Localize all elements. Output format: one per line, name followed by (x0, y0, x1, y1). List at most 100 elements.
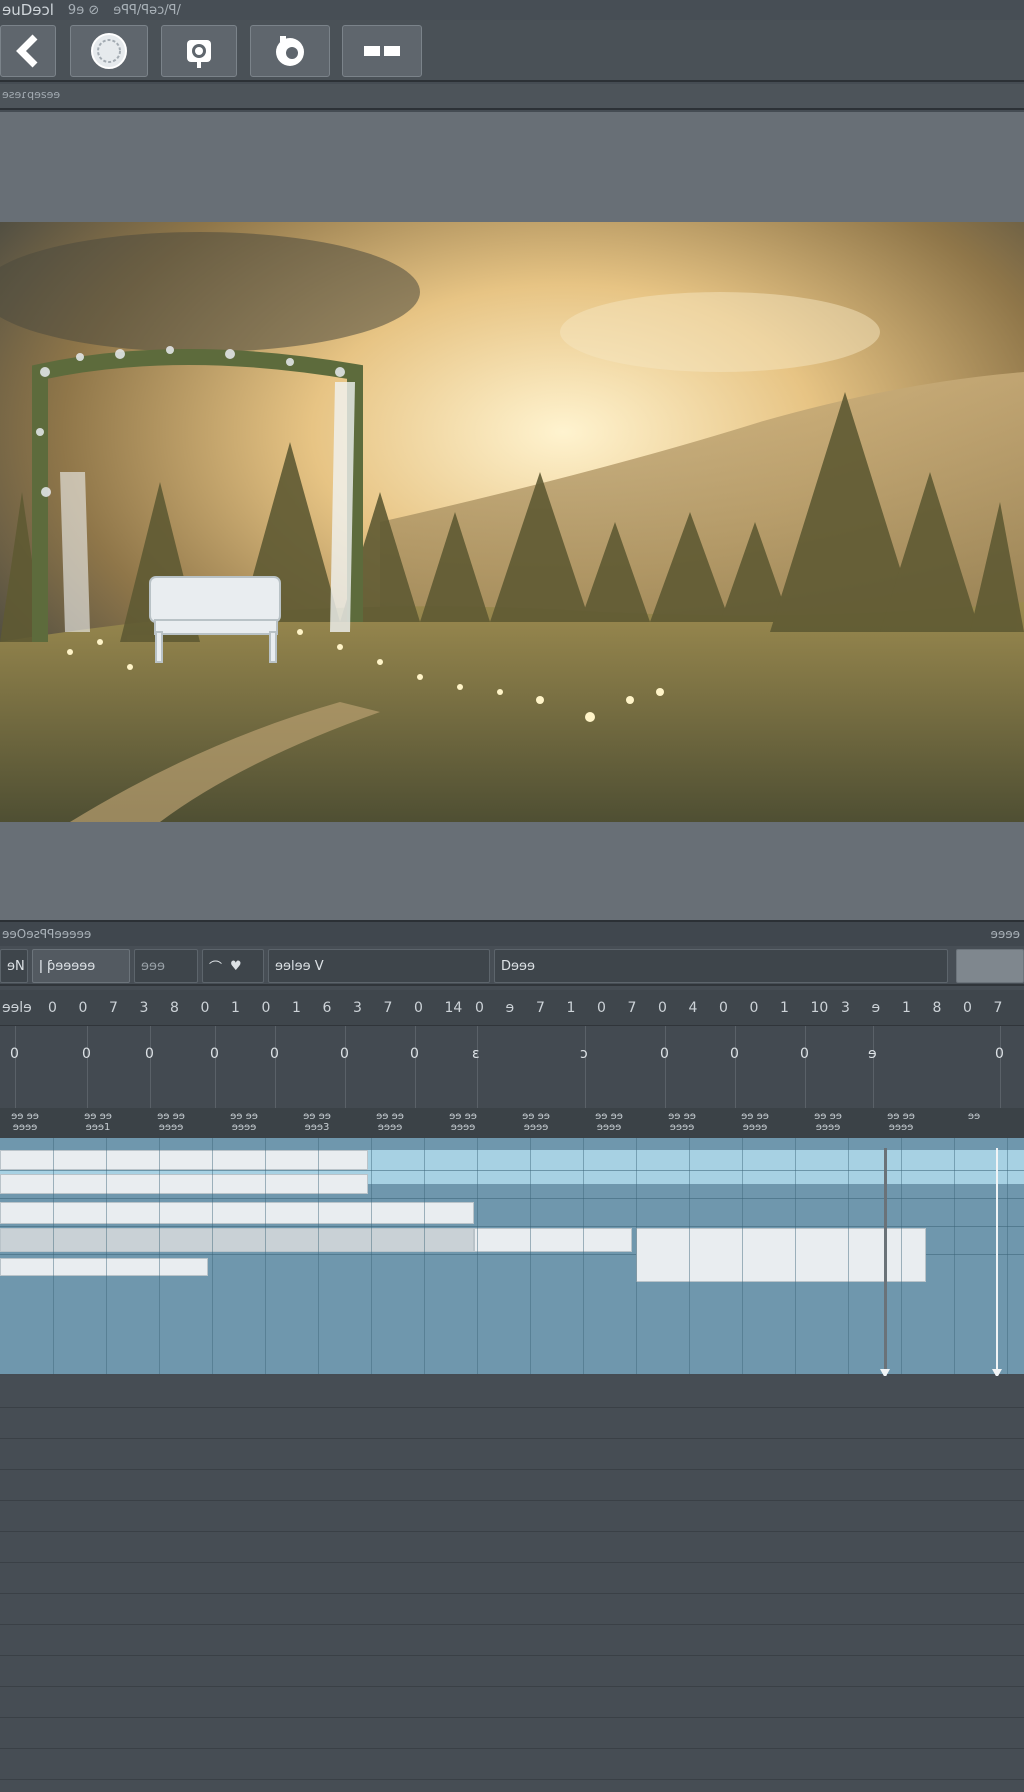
empty-track-area[interactable] (0, 1376, 1024, 1792)
ruler-label: 3 (139, 1000, 149, 1016)
ruler-label: ɘ (871, 1000, 881, 1016)
ruler-label: 0 (475, 1000, 484, 1016)
sub-bar-text: ɘƨɘɾqɘsɘɘ (2, 88, 61, 101)
clip-label: ɘɘ ɘɘ ɘɘɘɘ (887, 1111, 915, 1133)
track-grid-line (1007, 1138, 1008, 1374)
timeline-tick (585, 1026, 586, 1108)
preset-button[interactable]: ǀ ƥɘɘɘɘɘ (32, 949, 130, 983)
clip-label: ɘɘ ɘɘ ɘɘɘɘ (595, 1111, 623, 1133)
preset-button-label: ǀ ƥɘɘɘɘɘ (39, 958, 96, 974)
timeline-mark-label: 0 (210, 1046, 219, 1062)
empty-track-divider (0, 1717, 1024, 1718)
toolbar (0, 20, 1024, 82)
timeline-tick (873, 1026, 874, 1108)
track-area[interactable] (0, 1138, 1024, 1374)
track-grid-line (636, 1138, 637, 1374)
clip[interactable] (0, 1258, 208, 1276)
marker-group: ⌒ ♥ (202, 949, 264, 983)
track-grid-line (795, 1138, 796, 1374)
ruler-label: 7 (383, 1000, 393, 1016)
ruler-label: 1 (231, 1000, 240, 1016)
layout-button[interactable] (342, 25, 422, 77)
ruler-label: 1 (780, 1000, 789, 1016)
aperture-icon (276, 36, 304, 66)
track-grid-line (742, 1138, 743, 1374)
clip-label: ɘɘ ɘɘ ɘɘɘɘ (230, 1111, 258, 1133)
timeline-mark-label: 0 (660, 1046, 669, 1062)
ruler-label: 6 (322, 1000, 332, 1016)
ruler-label: 7 (109, 1000, 118, 1016)
ruler-label: 0 (963, 1000, 972, 1016)
timeline-mark-label: 0 (270, 1046, 279, 1062)
timeline-tick (345, 1026, 346, 1108)
timeline-title: ɘɘOɘƨꟼꟼɘɘɘɘɘ (2, 927, 92, 941)
out-marker[interactable] (996, 1148, 998, 1378)
ruler-label: 0 (414, 1000, 423, 1016)
clip-label: ɘɘ ɘɘ ɘɘɘɘ (522, 1111, 550, 1133)
name-field[interactable]: Dɘɘɘ (494, 949, 948, 983)
name-field-value: Dɘɘɘ (501, 958, 536, 974)
camera-icon (187, 40, 211, 68)
ruler-label: 14 (444, 1000, 463, 1016)
timeline-controls: ɘN ǀ ƥɘɘɘɘɘ ɘɘɘ ⌒ ♥ ɘɘlɘɘ V Dɘɘɘ (0, 946, 1024, 986)
ruler-label: 3 (353, 1000, 362, 1016)
empty-track-divider (0, 1748, 1024, 1749)
timeline-mark-label: ɔ (580, 1046, 588, 1062)
ruler-label: 10 (810, 1000, 829, 1016)
timeline-ruler: ɘɘlɘ 0 0 7 3 8 0 1 0 1 6 3 7 0 14 0 ɘ 7 1 0 7 0 4 0 0 1 10 3 ɘ 1 8 0 7 (0, 990, 1024, 1026)
clip[interactable] (474, 1228, 632, 1252)
timeline-tick (150, 1026, 151, 1108)
empty-track-divider (0, 1655, 1024, 1656)
track-toggle[interactable]: ɘN (0, 949, 28, 983)
timeline-tick (415, 1026, 416, 1108)
preview-image[interactable] (0, 222, 1024, 822)
ruler-label: 1 (902, 1000, 911, 1016)
track-grid-line (371, 1138, 372, 1374)
clip[interactable] (0, 1150, 368, 1170)
timeline-mark-label: 0 (800, 1046, 809, 1062)
ruler-label: 0 (261, 1000, 271, 1016)
camera-button[interactable] (161, 25, 237, 77)
empty-track-divider (0, 1779, 1024, 1780)
timeline-tick (87, 1026, 88, 1108)
empty-track-divider (0, 1686, 1024, 1687)
ruler-label: 8 (170, 1000, 179, 1016)
back-button[interactable] (0, 25, 56, 77)
aperture-button[interactable] (250, 25, 330, 77)
style-dropdown[interactable]: ɘɘlɘɘ V (268, 949, 490, 983)
heart-icon[interactable]: ♥ (230, 959, 242, 974)
timeline-mark-label: 0 (340, 1046, 349, 1062)
track-grid-line (954, 1138, 955, 1374)
track-grid-line (848, 1138, 849, 1374)
clip-label: ɘɘ ɘɘ ɘɘɘɘ (11, 1111, 39, 1133)
slider-field[interactable] (956, 949, 1024, 983)
timeline-mark-label: 0 (410, 1046, 419, 1062)
empty-track-divider (0, 1593, 1024, 1594)
marker-arc-icon[interactable]: ⌒ (209, 957, 222, 976)
empty-track-divider (0, 1624, 1024, 1625)
clip-label: ɘɘ ɘɘ ɘɘɘɘ (376, 1111, 404, 1133)
clip[interactable] (636, 1228, 926, 1282)
timeline-mark-label: 0 (145, 1046, 154, 1062)
empty-track-divider (0, 1407, 1024, 1408)
clip-label: ɘɘ ɘɘ ɘɘɘɘ (741, 1111, 769, 1133)
ruler-label: 7 (993, 1000, 1003, 1016)
clip[interactable] (0, 1228, 474, 1252)
track-toggle-label: ɘN (7, 958, 25, 974)
playhead[interactable] (884, 1148, 887, 1378)
track-divider (0, 1198, 1024, 1199)
track-grid-line (530, 1138, 531, 1374)
track-divider (0, 1170, 1024, 1171)
timeline-header: ɘɘOɘƨꟼꟼɘɘɘɘɘ ɘɘɘɘ (0, 920, 1024, 946)
secondary-button[interactable]: ɘɘɘ (134, 949, 198, 983)
clip[interactable] (0, 1174, 368, 1194)
app-title-extra: 9ɘ ⊘ (67, 2, 100, 18)
empty-track-divider (0, 1438, 1024, 1439)
clip[interactable] (0, 1202, 474, 1224)
ruler-label: ɘɘlɘ (2, 1000, 32, 1016)
clip-label: ɘɘ (967, 1111, 981, 1122)
clip-label: ɘɘ ɘɘ ɘɘɘɘ (449, 1111, 477, 1133)
app-title: ɘuDɘɔl (2, 1, 54, 19)
target-button[interactable] (70, 25, 148, 77)
timeline-tick (15, 1026, 16, 1108)
